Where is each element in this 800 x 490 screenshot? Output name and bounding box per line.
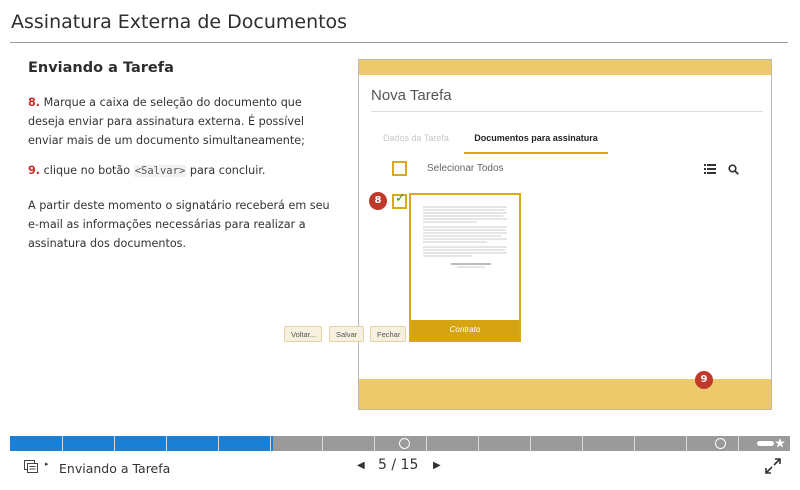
list-view-icon[interactable]: [704, 164, 716, 174]
page-separator: /: [391, 457, 397, 473]
checkmark-icon: ✓: [395, 191, 406, 206]
document-name: Contrato: [411, 320, 519, 340]
progress-segment-divider: [738, 436, 739, 451]
document-checkbox[interactable]: ✓: [392, 191, 407, 209]
callout-badge-9: 9: [695, 371, 713, 389]
caret-right-icon[interactable]: ▸: [45, 460, 49, 468]
next-page-button[interactable]: ▶: [433, 460, 441, 471]
progress-segment-divider: [374, 436, 375, 451]
app-title-divider: [371, 111, 763, 112]
tab-dados-da-tarefa[interactable]: Dados da Tarefa: [383, 133, 449, 143]
progress-segment-divider: [582, 436, 583, 451]
progress-segment-divider: [322, 436, 323, 451]
progress-segment-divider: [426, 436, 427, 451]
progress-segment-divider: [114, 436, 115, 451]
app-screenshot: Nova Tarefa Dados da Tarefa Documentos p…: [358, 59, 772, 410]
progress-segment-divider: [478, 436, 479, 451]
table-of-contents-icon[interactable]: [24, 460, 38, 473]
back-button[interactable]: Voltar...: [284, 326, 322, 342]
search-icon[interactable]: [728, 164, 739, 175]
app-title: Nova Tarefa: [371, 87, 452, 104]
section-heading: Enviando a Tarefa: [28, 60, 174, 76]
progress-bar[interactable]: [10, 436, 790, 451]
info-note: A partir deste momento o signatário rece…: [28, 199, 330, 250]
close-button[interactable]: Fechar: [370, 326, 406, 342]
progress-segment-divider: [270, 436, 271, 451]
progress-marker-icon[interactable]: [715, 438, 726, 449]
star-icon: [757, 438, 785, 448]
page-title: Assinatura Externa de Documentos: [11, 11, 348, 33]
step-9-text: 9. clique no botão <Salvar> para conclui…: [28, 161, 340, 181]
save-button[interactable]: Salvar: [329, 326, 364, 342]
fullscreen-icon[interactable]: [765, 458, 781, 474]
document-thumbnail: [423, 206, 507, 268]
select-all-label: Selecionar Todos: [427, 163, 504, 174]
document-card[interactable]: Contrato: [409, 193, 521, 342]
progress-segment-divider: [62, 436, 63, 451]
progress-segment-divider: [530, 436, 531, 451]
step-8-number: 8.: [28, 96, 41, 109]
step-9-text-after: para concluir.: [189, 164, 266, 177]
progress-segment-divider: [686, 436, 687, 451]
page-indicator: 5 / 15: [378, 457, 418, 473]
step-8-description: Marque a caixa de seleção do documento q…: [28, 96, 305, 147]
progress-marker-icon[interactable]: [399, 438, 410, 449]
salvar-code: <Salvar>: [133, 165, 187, 177]
callout-badge-8: 8: [369, 192, 387, 210]
app-top-bar: [359, 60, 771, 75]
progress-fill: [10, 436, 273, 451]
total-pages: 15: [400, 457, 419, 473]
title-divider: [10, 42, 788, 43]
step-9-text-before: clique no botão: [43, 164, 131, 177]
tab-documentos-para-assinatura[interactable]: Documentos para assinatura: [464, 128, 608, 154]
progress-segment-divider: [166, 436, 167, 451]
progress-segment-divider: [218, 436, 219, 451]
select-all-checkbox[interactable]: [392, 161, 407, 176]
previous-page-button[interactable]: ◀: [357, 460, 365, 471]
player-bar: ▸ Enviando a Tarefa ◀ 5 / 15 ▶: [0, 452, 800, 490]
step-9-number: 9.: [28, 164, 41, 177]
progress-segment-divider: [634, 436, 635, 451]
current-lesson-title: Enviando a Tarefa: [59, 461, 171, 476]
step-8-text: 8. Marque a caixa de seleção do document…: [28, 93, 340, 150]
current-page-number: 5: [378, 457, 387, 473]
